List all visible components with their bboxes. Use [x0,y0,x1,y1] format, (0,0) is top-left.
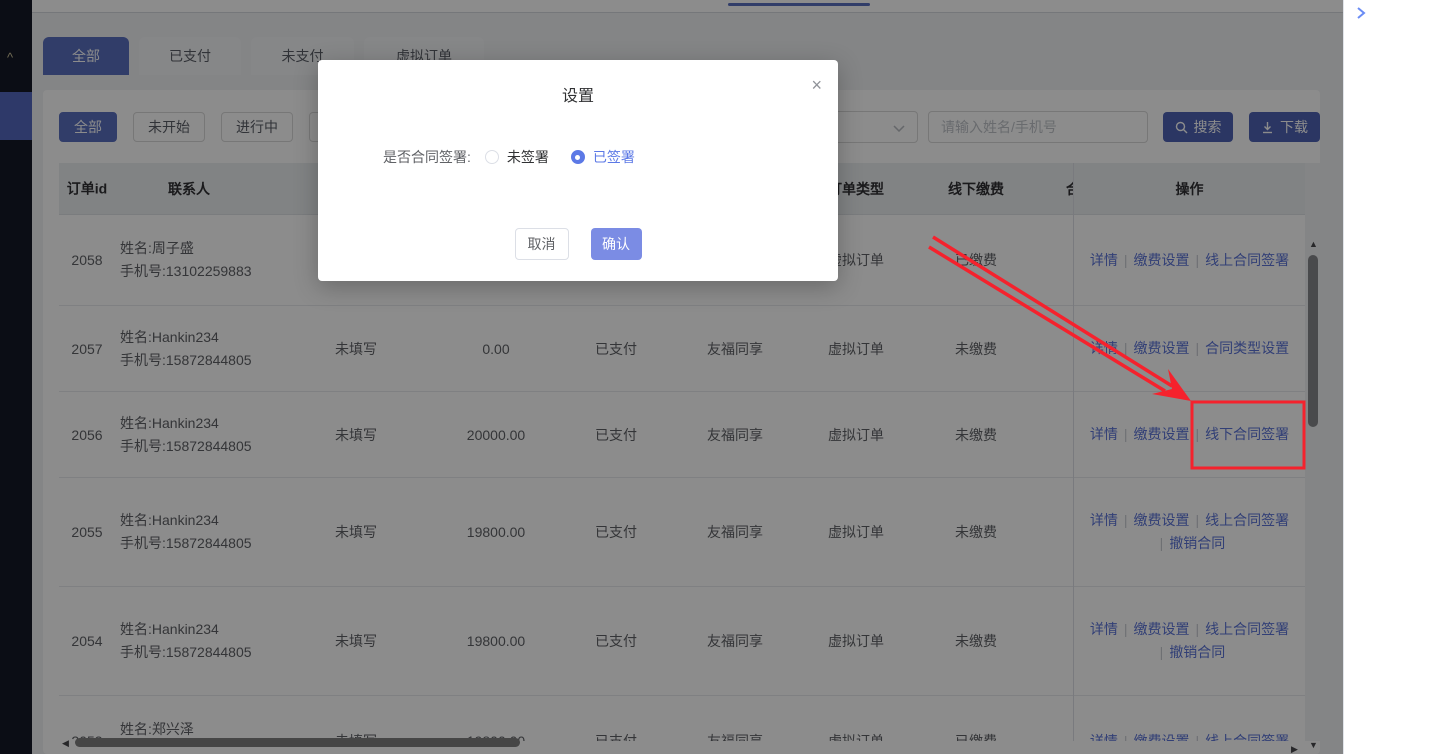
modal-title: 设置 [318,82,838,106]
radio-circle-checked-icon[interactable] [571,150,585,164]
modal-footer: 取消 确认 [318,228,838,260]
radio-signed[interactable]: 已签署 [571,147,635,167]
radio-signed-label: 已签署 [593,147,635,167]
contract-sign-field: 是否合同签署: 未签署 已签署 [383,147,635,167]
radio-unsigned[interactable]: 未签署 [485,147,549,167]
field-label: 是否合同签署: [383,147,471,167]
chevron-right-icon[interactable] [1356,6,1366,20]
radio-unsigned-label: 未签署 [507,147,549,167]
radio-circle-icon[interactable] [485,150,499,164]
close-icon[interactable]: × [811,76,822,94]
right-side-panel [1343,0,1430,754]
cancel-button[interactable]: 取消 [515,228,569,260]
confirm-button[interactable]: 确认 [591,228,642,260]
settings-modal: 设置 × 是否合同签署: 未签署 已签署 取消 确认 [318,60,838,281]
